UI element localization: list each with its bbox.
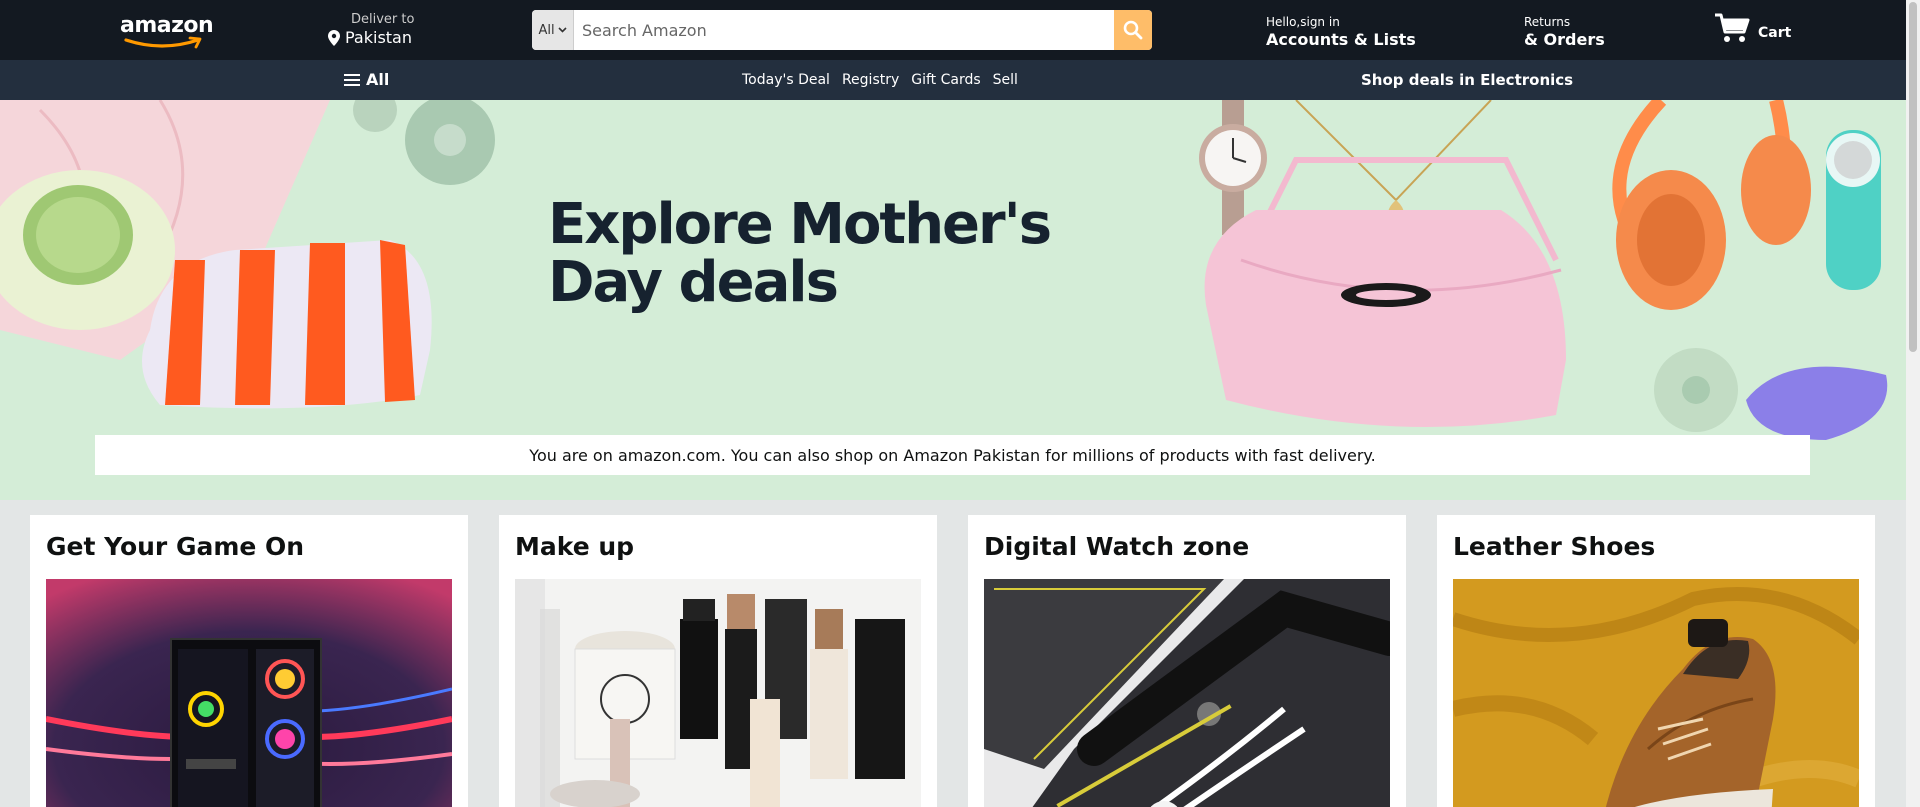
locale-notice-banner[interactable]: You are on amazon.com. You can also shop… [95, 435, 1810, 475]
accounts-lists-label: Accounts & Lists [1266, 30, 1416, 49]
returns-label: Returns [1524, 15, 1571, 29]
all-menu-button[interactable]: All [344, 70, 389, 89]
subnav-link-todays-deal[interactable]: Today's Deal [742, 72, 830, 88]
signin-greeting: Hello,sign in [1266, 15, 1340, 29]
hero-banner[interactable]: Explore Mother's Day deals You are on am… [0, 100, 1906, 500]
subnav-link-registry[interactable]: Registry [842, 72, 899, 88]
category-card-makeup[interactable]: Make up [499, 515, 937, 807]
search-category-select[interactable]: All [532, 10, 574, 50]
subnav-link-sell[interactable]: Sell [993, 72, 1018, 88]
returns-orders-link[interactable]: Returns & Orders [1524, 14, 1605, 48]
deliver-location-name: Pakistan [345, 28, 412, 47]
amazon-logo[interactable]: amazon [120, 13, 214, 50]
digital-watch-illustration [984, 579, 1390, 807]
category-card-digital-watch[interactable]: Digital Watch zone [968, 515, 1406, 807]
search-bar: All [532, 10, 1152, 50]
cart-icon [1715, 13, 1750, 42]
all-menu-label: All [366, 70, 390, 89]
logo-wordmark: amazon [120, 13, 214, 38]
makeup-illustration [515, 579, 921, 807]
hero-title-line1: Explore Mother's [548, 192, 1052, 257]
category-card-leather-shoes[interactable]: Leather Shoes [1437, 515, 1875, 807]
hero-title-line2: Day deals [548, 250, 839, 315]
cart-label: Cart [1758, 25, 1792, 41]
category-card-gaming[interactable]: Get Your Game On [30, 515, 468, 807]
card-title: Leather Shoes [1453, 532, 1656, 561]
search-button[interactable] [1114, 10, 1152, 50]
scrollbar-thumb[interactable] [1909, 2, 1917, 352]
subnav-links: Today's Deal Registry Gift Cards Sell [742, 72, 1018, 88]
deliver-to-location[interactable]: Deliver to Pakistan [328, 12, 414, 48]
chevron-down-icon [557, 27, 567, 33]
deliver-location-row: Pakistan [328, 28, 414, 48]
digital-watch-image[interactable] [984, 579, 1390, 807]
top-navbar: amazon Deliver to Pakistan All Search Am… [0, 0, 1906, 60]
search-category-value: All [538, 22, 555, 38]
page-scrollbar[interactable] [1906, 0, 1920, 807]
card-title: Make up [515, 532, 635, 561]
account-lists-menu[interactable]: Hello,sign in Accounts & Lists [1266, 14, 1416, 48]
subnav-link-gift-cards[interactable]: Gift Cards [911, 72, 980, 88]
location-pin-icon [328, 30, 340, 46]
orders-label: & Orders [1524, 30, 1605, 49]
deliver-to-label: Deliver to [351, 12, 415, 27]
leather-shoes-illustration [1453, 579, 1859, 807]
gaming-pc-image[interactable] [46, 579, 452, 807]
electronics-promo-link[interactable]: Shop deals in Electronics [1361, 71, 1573, 89]
smile-arrow-icon [124, 36, 202, 49]
hero-title: Explore Mother's Day deals [548, 192, 1052, 315]
leather-shoes-image[interactable] [1453, 579, 1859, 807]
gaming-pc-illustration [46, 579, 452, 807]
secondary-navbar: All Today's Deal Registry Gift Cards Sel… [0, 60, 1906, 100]
search-input[interactable] [574, 10, 1114, 50]
cart-button[interactable]: Cart [1714, 12, 1791, 44]
search-icon [1123, 20, 1143, 40]
card-title: Get Your Game On [46, 532, 305, 561]
hamburger-icon [344, 73, 360, 86]
makeup-image[interactable] [515, 579, 921, 807]
card-title: Digital Watch zone [984, 532, 1250, 561]
